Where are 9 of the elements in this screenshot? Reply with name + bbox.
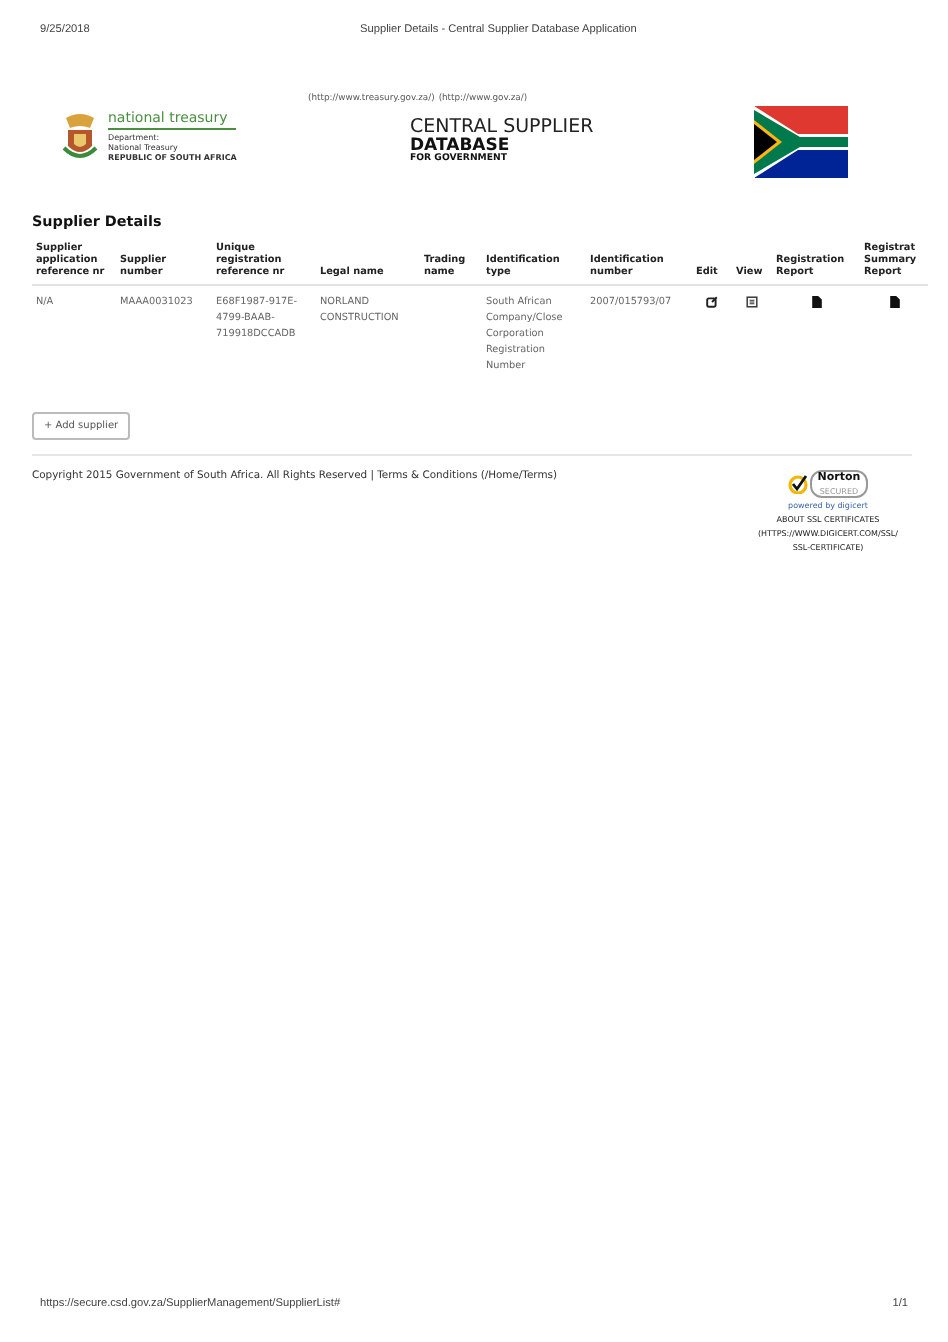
list-icon[interactable] bbox=[746, 296, 758, 309]
document-icon[interactable] bbox=[811, 296, 821, 309]
coat-of-arms-icon bbox=[60, 112, 100, 161]
brand-title: CENTRAL SUPPLIER bbox=[410, 118, 596, 137]
checkmark-icon bbox=[787, 473, 808, 494]
flag-drawing bbox=[754, 106, 848, 178]
edit-icon[interactable] bbox=[706, 296, 718, 309]
brand-title: DATABASE bbox=[410, 137, 512, 154]
document-icon[interactable] bbox=[889, 296, 899, 309]
